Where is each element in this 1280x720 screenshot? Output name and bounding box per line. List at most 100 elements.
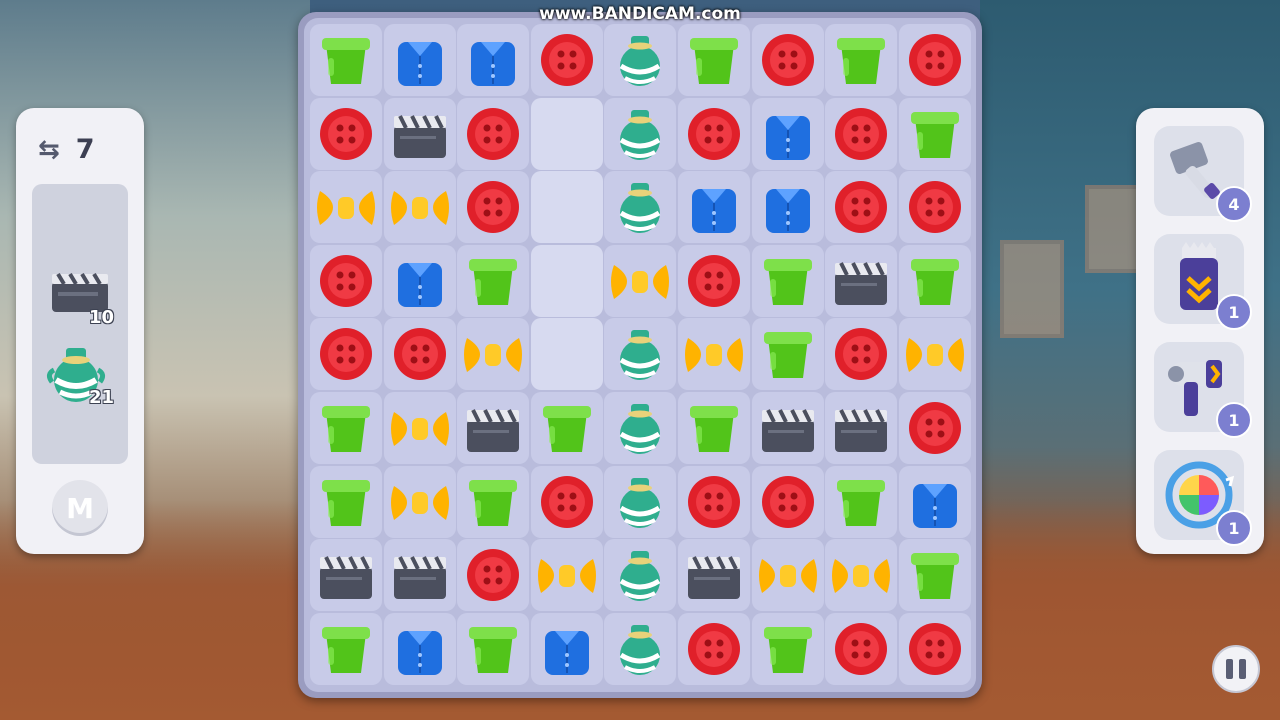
board-cell[interactable] bbox=[530, 318, 603, 391]
board-cell[interactable] bbox=[604, 97, 677, 170]
board-cell[interactable] bbox=[530, 465, 603, 538]
board-cell[interactable] bbox=[383, 24, 456, 96]
board-cell[interactable] bbox=[383, 244, 456, 317]
board-cell[interactable] bbox=[383, 392, 456, 464]
board-cell[interactable] bbox=[678, 465, 750, 538]
booster-hair-dryer[interactable]: 1 bbox=[1154, 342, 1252, 438]
board-cell[interactable] bbox=[310, 539, 382, 612]
board-cell[interactable] bbox=[678, 171, 750, 244]
menu-m-button[interactable]: M bbox=[52, 480, 108, 536]
board-cell[interactable] bbox=[825, 171, 898, 244]
board-cell[interactable] bbox=[604, 465, 677, 538]
board-cell[interactable] bbox=[310, 392, 382, 464]
board-cell[interactable] bbox=[530, 24, 603, 96]
board-cell[interactable] bbox=[751, 97, 824, 170]
board-cell[interactable] bbox=[310, 318, 382, 391]
board-cell[interactable] bbox=[751, 539, 824, 612]
red-button-icon bbox=[831, 324, 891, 384]
board-cell[interactable] bbox=[678, 392, 750, 464]
board-cell[interactable] bbox=[678, 97, 750, 170]
board-cell[interactable] bbox=[825, 612, 898, 685]
green-pot-icon bbox=[463, 619, 523, 679]
board-cell[interactable] bbox=[825, 465, 898, 538]
board-cell[interactable] bbox=[825, 539, 898, 612]
board-cell[interactable] bbox=[751, 465, 824, 538]
board-cell[interactable] bbox=[678, 318, 750, 391]
green-pot-icon bbox=[831, 30, 891, 90]
board-cell[interactable] bbox=[604, 392, 677, 464]
board-cell[interactable] bbox=[310, 244, 382, 317]
board-cell[interactable] bbox=[383, 318, 456, 391]
board-cell[interactable] bbox=[310, 97, 382, 170]
board-cell[interactable] bbox=[751, 392, 824, 464]
board-cell[interactable] bbox=[898, 318, 971, 391]
board-cell[interactable] bbox=[604, 612, 677, 685]
board-cell[interactable] bbox=[457, 97, 530, 170]
board-cell[interactable] bbox=[530, 244, 603, 317]
board-cell[interactable] bbox=[457, 318, 530, 391]
booster-shredder[interactable]: 1 bbox=[1154, 234, 1252, 330]
board-cell[interactable] bbox=[751, 318, 824, 391]
board-cell[interactable] bbox=[604, 24, 677, 96]
moves-left-value: 7 bbox=[75, 134, 95, 165]
yellow-bow-icon bbox=[831, 545, 891, 605]
board-cell[interactable] bbox=[457, 465, 530, 538]
board-cell[interactable] bbox=[825, 318, 898, 391]
board-cell[interactable] bbox=[678, 539, 750, 612]
board-cell[interactable] bbox=[751, 244, 824, 317]
board-cell[interactable] bbox=[530, 612, 603, 685]
board-cell[interactable] bbox=[530, 539, 603, 612]
pause-button[interactable] bbox=[1212, 645, 1260, 693]
goal-count: 21 bbox=[88, 387, 114, 408]
clapperboard-icon bbox=[390, 104, 450, 164]
board-cell[interactable] bbox=[898, 612, 971, 685]
board-cell[interactable] bbox=[310, 24, 382, 96]
board-cell[interactable] bbox=[604, 539, 677, 612]
board-cell[interactable] bbox=[457, 612, 530, 685]
board-cell[interactable] bbox=[898, 392, 971, 464]
board-cell[interactable] bbox=[457, 171, 530, 244]
board-cell[interactable] bbox=[383, 465, 456, 538]
board-cell[interactable] bbox=[825, 392, 898, 464]
board-cell[interactable] bbox=[530, 392, 603, 464]
yellow-bow-icon bbox=[758, 545, 818, 605]
board-cell[interactable] bbox=[310, 171, 382, 244]
goal-vase: 21 bbox=[32, 340, 128, 410]
board-cell[interactable] bbox=[383, 612, 456, 685]
red-button-icon bbox=[758, 30, 818, 90]
board-cell[interactable] bbox=[678, 612, 750, 685]
board-cell[interactable] bbox=[825, 97, 898, 170]
board-cell[interactable] bbox=[751, 171, 824, 244]
board-cell[interactable] bbox=[310, 465, 382, 538]
board-cell[interactable] bbox=[898, 539, 971, 612]
board-cell[interactable] bbox=[383, 171, 456, 244]
board-cell[interactable] bbox=[457, 539, 530, 612]
board-cell[interactable] bbox=[678, 244, 750, 317]
board-cell[interactable] bbox=[310, 612, 382, 685]
booster-hammer[interactable]: 4 bbox=[1154, 126, 1252, 222]
board-cell[interactable] bbox=[604, 171, 677, 244]
booster-shuffle[interactable]: 1 bbox=[1154, 450, 1252, 546]
board-cell[interactable] bbox=[825, 24, 898, 96]
board-cell[interactable] bbox=[383, 97, 456, 170]
board-cell[interactable] bbox=[604, 244, 677, 317]
board-cell[interactable] bbox=[898, 24, 971, 96]
board-cell[interactable] bbox=[678, 24, 750, 96]
board-cell[interactable] bbox=[898, 465, 971, 538]
board-cell[interactable] bbox=[530, 97, 603, 170]
board-cell[interactable] bbox=[898, 244, 971, 317]
board-cell[interactable] bbox=[530, 171, 603, 244]
board-cell[interactable] bbox=[604, 318, 677, 391]
board-cell[interactable] bbox=[457, 244, 530, 317]
board-cell[interactable] bbox=[751, 612, 824, 685]
board-cell[interactable] bbox=[898, 171, 971, 244]
board-cell[interactable] bbox=[825, 244, 898, 317]
board-cell[interactable] bbox=[751, 24, 824, 96]
booster-count-badge: 1 bbox=[1216, 402, 1252, 438]
board-cell[interactable] bbox=[383, 539, 456, 612]
clapperboard-icon bbox=[831, 251, 891, 311]
board-cell[interactable] bbox=[457, 24, 530, 96]
vase-icon bbox=[610, 177, 670, 237]
board-cell[interactable] bbox=[898, 97, 971, 170]
board-cell[interactable] bbox=[457, 392, 530, 464]
